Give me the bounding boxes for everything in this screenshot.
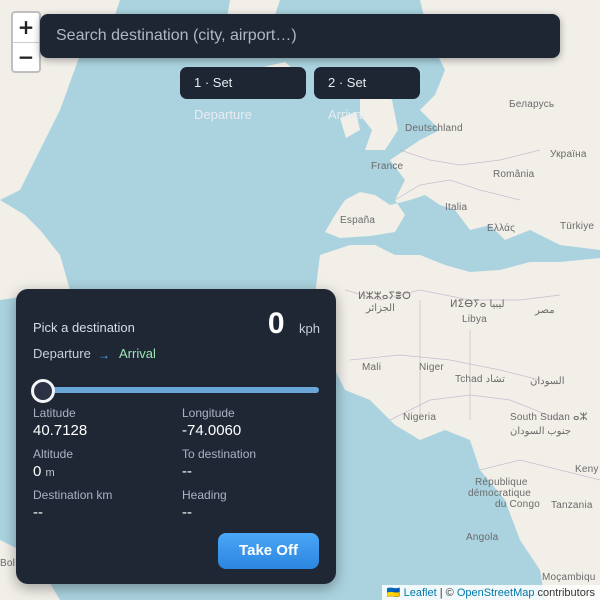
to-destination-value: --: [182, 463, 192, 480]
zoom-in-button[interactable]: +: [13, 13, 39, 43]
altitude-unit: m: [45, 467, 55, 479]
attribution-suffix: contributors: [534, 587, 595, 599]
map-label: ⵍⵉⴱⵢⴰ ليبيا: [450, 299, 505, 310]
zoom-control: + −: [11, 11, 41, 73]
map-label: Tanzania: [551, 500, 593, 511]
altitude-number: 0: [33, 463, 42, 480]
map-label: السودان: [530, 376, 565, 387]
ukraine-flag-icon: 🇺🇦: [386, 587, 401, 599]
set-arrival-button[interactable]: 2 · Set Arrival: [314, 67, 420, 122]
attribution-separator: | ©: [436, 587, 457, 599]
destination-km-value: --: [33, 504, 43, 521]
longitude-label: Longitude: [182, 406, 235, 420]
zoom-out-button[interactable]: −: [13, 43, 39, 72]
map-label: Keny: [575, 464, 599, 475]
map-label: Niger: [419, 362, 444, 373]
map-label: South Sudan ⴰⵣ: [510, 412, 588, 423]
map-label: démocratique: [468, 488, 531, 499]
speed-readout: 0 kph: [268, 307, 320, 341]
map-label: Italia: [445, 202, 468, 213]
route-arrival: Arrival: [119, 346, 156, 361]
map-label: Angola: [466, 532, 499, 543]
speed-slider-track[interactable]: [42, 387, 319, 393]
search-input[interactable]: Search destination (city, airport…): [40, 14, 560, 58]
map-label: România: [493, 169, 535, 180]
map-label: الجزائر: [366, 303, 395, 314]
map-label: Україна: [550, 149, 587, 160]
map-label: Türkiye: [560, 221, 595, 232]
take-off-button[interactable]: Take Off: [218, 533, 319, 569]
set-departure-button[interactable]: 1 · Set Departure: [180, 67, 306, 122]
map-label: Ελλάς: [487, 223, 516, 234]
route-departure: Departure: [33, 346, 91, 361]
panel-title: Pick a destination: [33, 320, 135, 335]
longitude-value: -74.0060: [182, 422, 242, 439]
latitude-value: 40.7128: [33, 422, 88, 439]
map-label: du Congo: [495, 499, 540, 510]
heading-value: --: [182, 504, 192, 521]
map-label: Libya: [462, 314, 487, 325]
map-label: مصر: [535, 305, 555, 316]
map-label: Deutschland: [405, 123, 463, 134]
map-label: España: [340, 215, 376, 226]
map-label: Tchad تشاد: [455, 374, 505, 385]
destination-km-label: Destination km: [33, 488, 113, 502]
latitude-label: Latitude: [33, 406, 76, 420]
altitude-label: Altitude: [33, 447, 74, 461]
map-label: Mali: [362, 362, 382, 373]
map-attribution: 🇺🇦 Leaflet | © OpenStreetMap contributor…: [381, 585, 600, 600]
map-label: République: [475, 477, 528, 488]
speed-slider-thumb[interactable]: [31, 379, 55, 403]
speed-value: 0: [267, 307, 285, 340]
to-destination-label: To destination: [182, 447, 257, 461]
map-label: Moçambiqu: [542, 572, 596, 583]
altitude-value: 0 m: [33, 463, 55, 480]
map-label: Беларусь: [509, 99, 555, 110]
openstreetmap-link[interactable]: OpenStreetMap: [457, 587, 535, 599]
map-label: France: [371, 161, 404, 172]
speed-unit: kph: [299, 321, 320, 336]
map-label: Nigeria: [403, 412, 437, 423]
flight-panel: Pick a destination 0 kph Departure → Arr…: [16, 289, 336, 584]
route-arrow-icon: →: [98, 348, 110, 362]
leaflet-link[interactable]: Leaflet: [404, 587, 437, 599]
heading-label: Heading: [182, 488, 227, 502]
map-label: ⵍⵣⵣⴰⵢⴻⵔ: [358, 291, 412, 302]
map-label: جنوب السودان: [510, 426, 572, 437]
